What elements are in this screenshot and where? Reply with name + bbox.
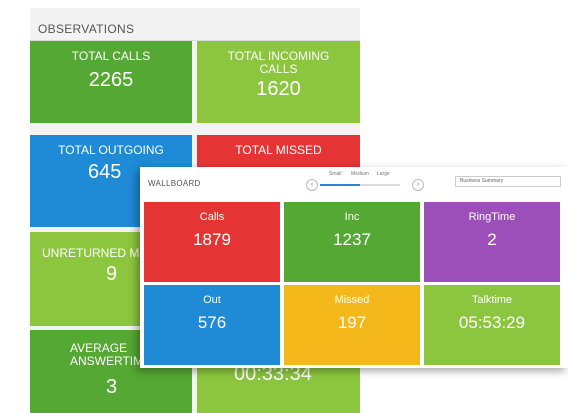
tile-label: AVERAGE ANSWERTIM	[70, 341, 144, 368]
wb-tile-calls: Calls 1879	[144, 202, 280, 282]
tile-label: RingTime	[468, 211, 516, 223]
tile-label: TOTAL CALLS	[71, 49, 151, 63]
tile-label: Inc	[344, 211, 360, 223]
size-slider-fill	[320, 184, 360, 186]
wallboard-title: WALLBOARD	[148, 179, 201, 188]
wb-tile-inc: Inc 1237	[284, 202, 420, 282]
tile-label: TOTAL OUTGOING	[58, 143, 164, 157]
size-next-button[interactable]: ›	[412, 179, 424, 191]
size-label-medium[interactable]: Medium	[351, 171, 369, 177]
view-select[interactable]: Business Summary	[455, 176, 561, 187]
tile-label: Calls	[199, 211, 225, 223]
tile-value: 197	[337, 313, 367, 332]
tile-total-calls: TOTAL CALLS 2265	[30, 41, 192, 123]
size-slider[interactable]	[320, 184, 400, 186]
wb-tile-out: Out 576	[144, 285, 280, 365]
tile-value: 3	[106, 376, 118, 398]
tile-value: 1237	[333, 230, 371, 249]
size-prev-button[interactable]: ‹	[306, 179, 318, 191]
wallboard-panel: WALLBOARD ‹ Small Medium Large › Busines…	[140, 167, 568, 368]
tile-value: 1879	[193, 230, 231, 249]
tile-label: TOTAL MISSED	[235, 143, 322, 157]
tile-label: Out	[203, 294, 221, 306]
size-label-small[interactable]: Small	[329, 171, 342, 177]
tile-label: Missed	[334, 294, 370, 306]
tile-value: 1620	[256, 78, 301, 100]
tile-value: 2	[487, 230, 497, 249]
tile-value: 576	[197, 313, 227, 332]
observations-title: OBSERVATIONS	[38, 22, 135, 36]
wb-tile-missed: Missed 197	[284, 285, 420, 365]
tile-label: Talktime	[471, 294, 513, 306]
wb-tile-talktime: Talktime 05:53:29	[424, 285, 560, 365]
wb-tile-ringtime: RingTime 2	[424, 202, 560, 282]
tile-total-incoming: TOTAL INCOMING CALLS 1620	[197, 41, 360, 123]
tile-label: TOTAL INCOMING CALLS	[227, 49, 330, 76]
tile-value: 2265	[88, 69, 134, 91]
size-label-large[interactable]: Large	[377, 171, 390, 177]
tile-value: 05:53:29	[458, 313, 526, 332]
